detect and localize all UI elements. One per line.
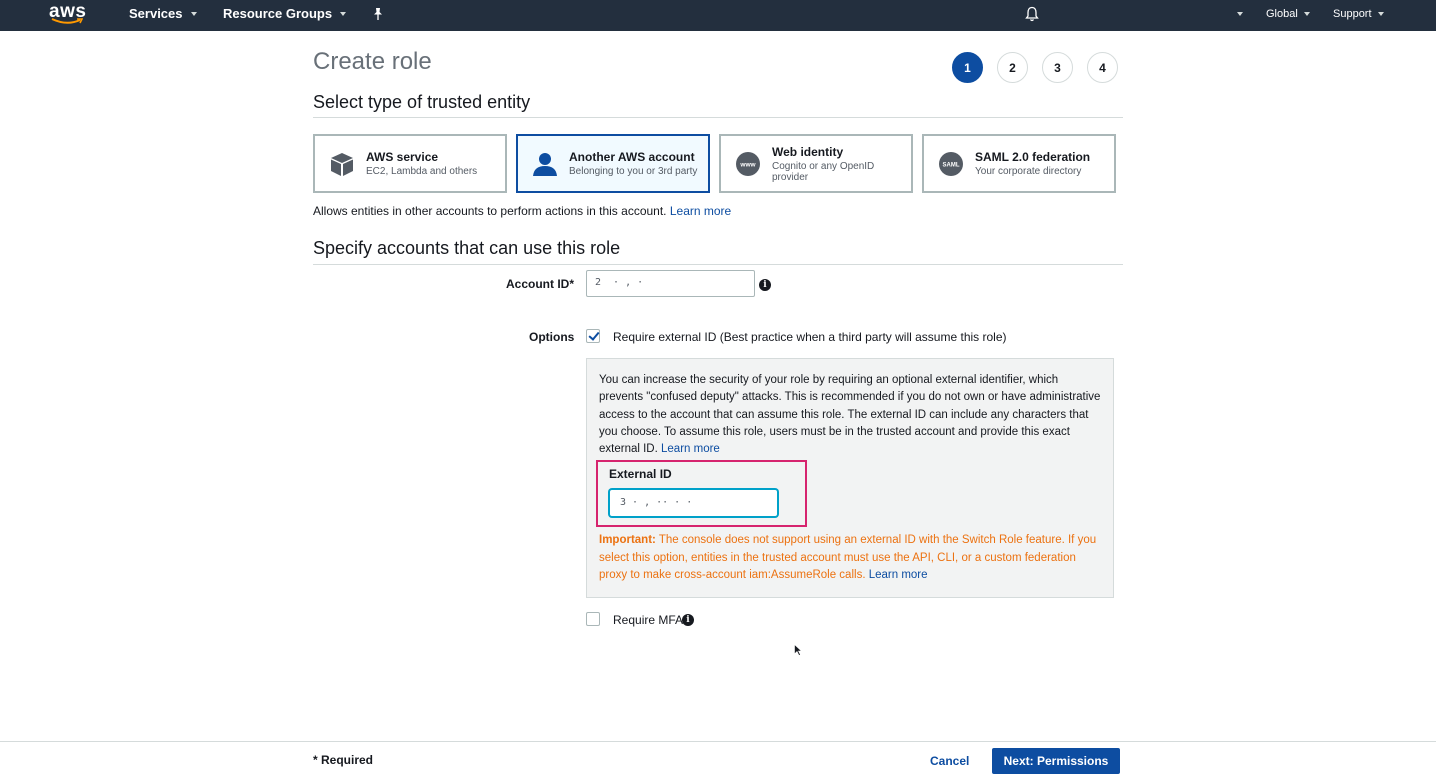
region-menu[interactable]: Global [1266,8,1310,20]
card-another-aws-account[interactable]: Another AWS account Belonging to you or … [516,134,710,193]
chevron-down-icon [340,11,347,16]
mouse-cursor-icon [794,644,802,656]
account-id-input[interactable]: 2 ‌‌ · ,‌ · [586,270,755,297]
external-id-label: External ID [609,467,672,481]
step-1: 1 [952,52,983,83]
important-text: The console does not support using an ex… [599,534,1097,581]
entity-description: Allows entities in other accounts to per… [313,204,731,218]
trusted-entity-cards: AWS service EC2, Lambda and others Anoth… [313,134,1116,193]
aws-smile-icon [51,18,83,24]
next-permissions-button[interactable]: Next: Permissions [992,748,1120,774]
card-subtitle: Belonging to you or 3rd party [569,166,698,177]
trusted-entity-heading: Select type of trusted entity [313,92,531,112]
important-note: Important: The console does not support … [599,532,1104,585]
resource-groups-label: Resource Groups [223,6,333,21]
info-icon[interactable]: i [759,279,771,291]
require-external-id-label: Require external ID (Best practice when … [613,330,1007,344]
www-icon: www [734,150,762,178]
saml-icon: SAML [937,150,965,178]
required-note: * Required [313,753,374,767]
require-external-id-checkbox[interactable] [586,329,600,343]
account-menu-chevron-icon[interactable] [1237,12,1243,16]
top-navigation-bar: aws Services Resource Groups Global Supp… [0,0,1436,31]
region-label: Global [1266,8,1298,20]
services-label: Services [129,6,183,21]
account-id-label: Account ID* [506,277,575,291]
step-3: 3 [1042,52,1073,83]
learn-more-link[interactable]: Learn more [661,443,720,455]
wizard-steps: 1 2 3 4 [952,52,1118,83]
learn-more-link[interactable]: Learn more [869,569,928,581]
accounts-heading: Specify accounts that can use this role [313,238,621,258]
card-title: Web identity [772,144,844,159]
svg-text:SAML: SAML [943,162,960,168]
info-icon[interactable]: i [682,614,694,626]
services-menu[interactable]: Services [129,6,197,21]
card-title: SAML 2.0 federation [975,150,1091,164]
aws-logo[interactable]: aws [49,1,89,27]
card-title: AWS service [366,150,439,164]
support-label: Support [1333,8,1372,20]
card-subtitle: Cognito or any OpenID provider [772,160,875,183]
card-subtitle: Your corporate directory [975,166,1082,177]
resource-groups-menu[interactable]: Resource Groups [223,6,347,21]
card-title: Another AWS account [569,150,695,164]
external-id-input[interactable]: 3 · , ·· · · [609,489,778,517]
page-title: Create role [313,48,432,75]
card-subtitle: EC2, Lambda and others [366,166,478,177]
require-mfa-label: Require MFA [613,613,684,627]
card-saml-federation[interactable]: SAML SAML 2.0 federation Your corporate … [922,134,1116,193]
card-web-identity[interactable]: www Web identity Cognito or any OpenID p… [719,134,913,193]
cube-icon [328,150,356,178]
user-icon [531,150,559,178]
learn-more-link[interactable]: Learn more [670,204,731,218]
require-mfa-checkbox[interactable] [586,612,600,626]
support-menu[interactable]: Support [1333,8,1384,20]
footer-divider [0,741,1436,742]
description-text: Allows entities in other accounts to per… [313,204,667,218]
section-divider [313,264,1123,265]
step-4: 4 [1087,52,1118,83]
cancel-button[interactable]: Cancel [922,748,977,773]
chevron-down-icon [1303,12,1310,16]
external-id-info: You can increase the security of your ro… [599,372,1104,458]
options-label: Options [529,330,575,344]
section-divider [313,117,1123,118]
pin-icon[interactable] [372,7,384,21]
card-aws-service[interactable]: AWS service EC2, Lambda and others [313,134,507,193]
bell-icon[interactable] [1025,6,1039,22]
chevron-down-icon [1377,12,1384,16]
step-2: 2 [997,52,1028,83]
chevron-down-icon [190,11,197,16]
svg-text:www: www [739,161,756,168]
important-label: Important: [599,534,656,546]
